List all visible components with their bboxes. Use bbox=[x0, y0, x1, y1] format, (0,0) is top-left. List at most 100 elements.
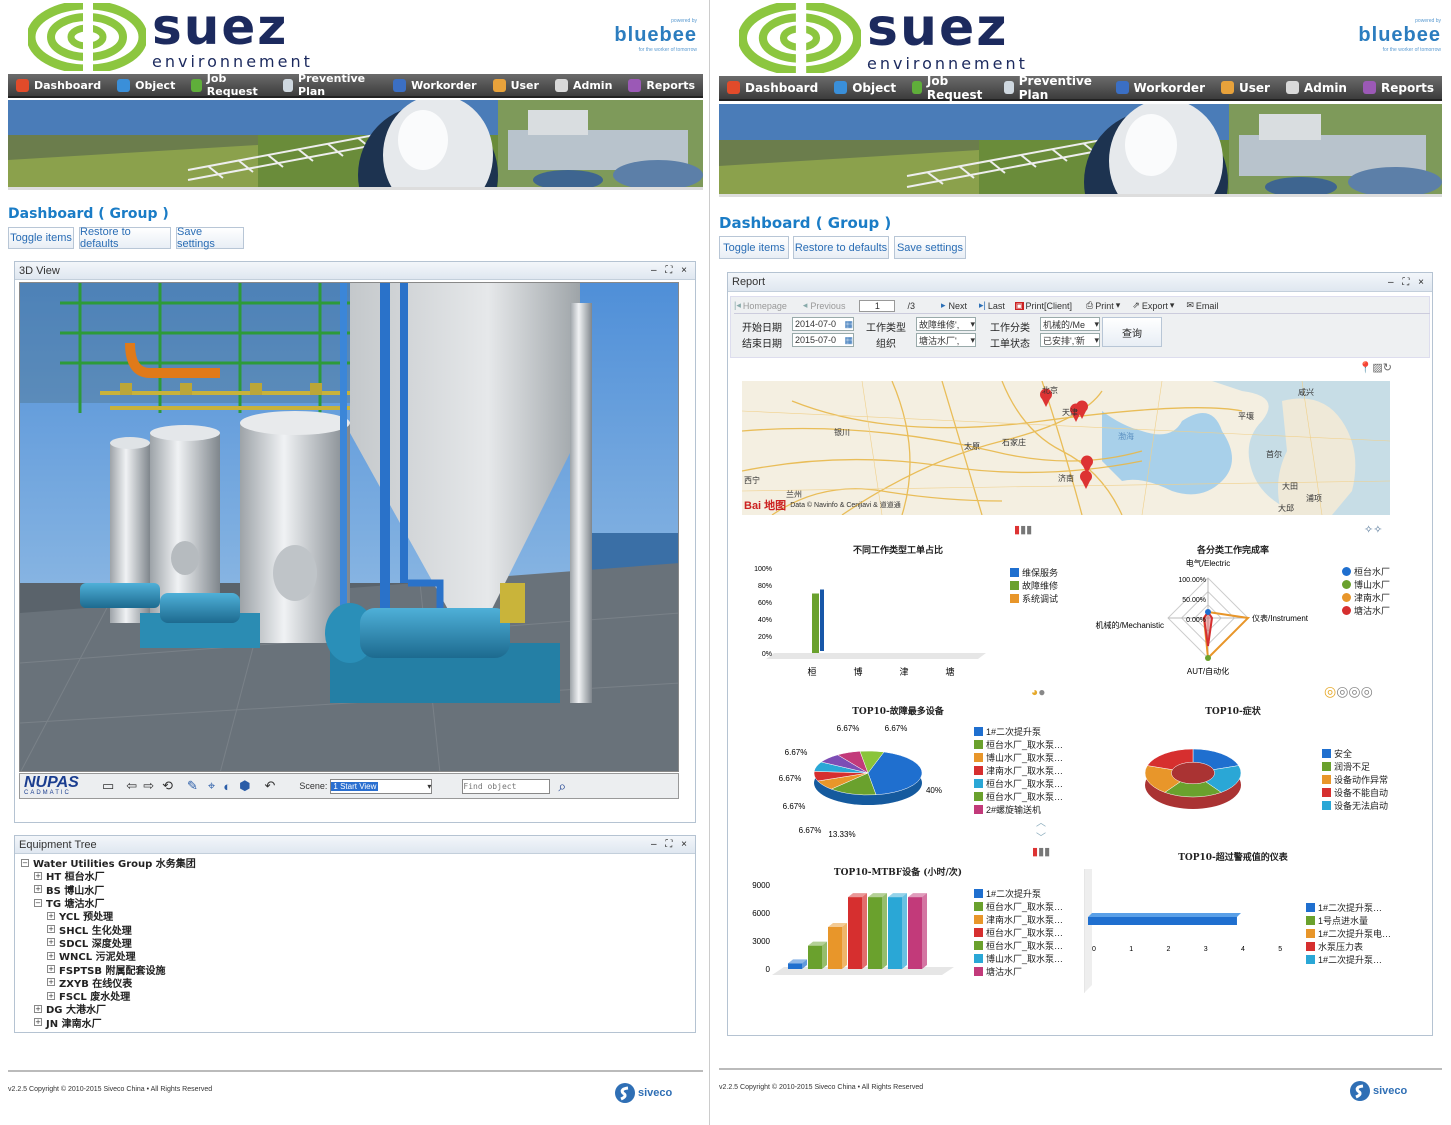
toggle-items-button[interactable]: Toggle items bbox=[719, 236, 789, 259]
collapse-icon[interactable]: − bbox=[34, 898, 42, 907]
legend-item[interactable]: 设备不能自动 bbox=[1322, 786, 1388, 799]
nav-item-dashboard[interactable]: Dashboard bbox=[719, 76, 826, 99]
bar[interactable] bbox=[888, 897, 902, 969]
pin-icon[interactable]: 📍 bbox=[1359, 362, 1373, 374]
legend-item[interactable]: 桓台水厂_取水泵… bbox=[974, 777, 1063, 790]
legend-item[interactable]: 桓台水厂 bbox=[1342, 565, 1390, 578]
rotate-icon[interactable]: ⟲ bbox=[162, 778, 173, 794]
expand-icon[interactable]: + bbox=[47, 951, 55, 960]
expand-icon[interactable]: + bbox=[34, 885, 42, 894]
measure-icon[interactable]: ✎ bbox=[187, 778, 198, 794]
expand-icon[interactable]: + bbox=[34, 1004, 42, 1013]
baidu-map[interactable]: 北京 天津 银川 太原 石家庄 济南 西宁 兰州 渤海 平壤 首尔 大田 浦项 大邱 咸兴 Bai 地图 D… bbox=[742, 381, 1390, 515]
chevron-down-icon[interactable]: ▾ bbox=[1116, 300, 1121, 311]
tree-node[interactable]: + BS 博山水厂 bbox=[21, 883, 196, 897]
search-icon[interactable]: ⌕ bbox=[558, 778, 566, 795]
tree-node[interactable]: + FSCL 废水处理 bbox=[21, 989, 196, 1003]
email-button[interactable]: Email bbox=[1196, 301, 1219, 311]
bar[interactable] bbox=[788, 963, 802, 969]
nav-item-reports[interactable]: Reports bbox=[620, 74, 703, 96]
legend-item[interactable]: 桓台水厂_取水泵… bbox=[974, 738, 1063, 751]
view3d-canvas[interactable] bbox=[19, 282, 679, 772]
nav-item-job-request[interactable]: Job Request bbox=[904, 74, 996, 102]
nav-item-user[interactable]: User bbox=[485, 74, 547, 96]
layer-icon[interactable]: ⬢ bbox=[239, 778, 250, 794]
expand-icon[interactable]: + bbox=[47, 911, 55, 920]
legend-item[interactable]: 安全 bbox=[1322, 747, 1388, 760]
next-icon[interactable]: ▸ bbox=[941, 300, 946, 311]
calendar-icon[interactable]: ▦ bbox=[844, 335, 853, 346]
export-icon[interactable]: ⇗ bbox=[1132, 300, 1140, 311]
nav-item-user[interactable]: User bbox=[1213, 76, 1278, 99]
legend-item[interactable]: 桓台水厂_取水泵… bbox=[974, 900, 1063, 913]
legend-item[interactable]: 桓台水厂_取水泵… bbox=[974, 939, 1063, 952]
legend-item[interactable]: 1#二次提升泵… bbox=[1306, 953, 1391, 966]
restore-defaults-button[interactable]: Restore to defaults bbox=[79, 226, 171, 250]
tree-node[interactable]: + WNCL 污泥处理 bbox=[21, 949, 196, 963]
nav-item-object[interactable]: Object bbox=[109, 74, 183, 96]
bar[interactable] bbox=[848, 897, 862, 969]
last-button[interactable]: Last bbox=[988, 301, 1005, 311]
tree-node[interactable]: + FSPTSB 附属配套设施 bbox=[21, 962, 196, 977]
last-icon[interactable]: ▸| bbox=[979, 300, 986, 311]
save-settings-button[interactable]: Save settings bbox=[894, 236, 966, 259]
xyz-icon[interactable]: ⌖ bbox=[208, 778, 215, 794]
legend-item[interactable]: 1#二次提升泵电… bbox=[1306, 927, 1391, 940]
page-input[interactable]: 1 bbox=[859, 299, 896, 312]
nav-item-preventive-plan[interactable]: Preventive Plan bbox=[996, 74, 1108, 102]
pie-chart-icon[interactable]: ● bbox=[1038, 685, 1045, 699]
donut-chart-icon[interactable]: ◎ bbox=[1324, 683, 1336, 699]
nav-item-workorder[interactable]: Workorder bbox=[1108, 76, 1213, 99]
legend-item[interactable]: 博山水厂_取水泵… bbox=[974, 952, 1063, 965]
refresh-icon[interactable]: ↻ bbox=[1383, 362, 1392, 374]
category-select[interactable]: 机械的/Me ▾ bbox=[1040, 317, 1100, 331]
prev-icon[interactable]: ◂ bbox=[803, 300, 808, 311]
query-button[interactable]: 查询 bbox=[1102, 317, 1162, 347]
homepage-button[interactable]: Homepage bbox=[743, 301, 787, 311]
legend-item[interactable]: 1#二次提升泵 bbox=[974, 725, 1063, 738]
legend-item[interactable]: 1#二次提升泵 bbox=[974, 887, 1063, 900]
tree-node[interactable]: + DG 大港水厂 bbox=[21, 1002, 196, 1016]
legend-item[interactable]: 桓台水厂_取水泵… bbox=[974, 926, 1063, 939]
expand-icon[interactable]: + bbox=[47, 925, 55, 934]
printer-icon[interactable]: ⎙ bbox=[1086, 300, 1093, 311]
legend-item[interactable]: 维保服务 bbox=[1010, 566, 1058, 579]
arrow-right-icon[interactable]: ⇨ bbox=[143, 778, 154, 794]
arrow-left-icon[interactable]: ⇦ bbox=[126, 778, 137, 794]
print-client-button[interactable]: Print[Client] bbox=[1026, 301, 1073, 311]
legend-item[interactable]: 1号点进水量 bbox=[1306, 914, 1391, 927]
start-date-input[interactable]: 2014-07-0 ▦ bbox=[792, 317, 854, 331]
pager-arrows[interactable]: ︿ ﹀ bbox=[1036, 814, 1046, 844]
tree-node[interactable]: + JN 津南水厂 bbox=[21, 1016, 196, 1030]
first-page-icon[interactable]: |◂ bbox=[734, 300, 741, 311]
legend-item[interactable]: 故障维修 bbox=[1010, 579, 1058, 592]
legend-item[interactable]: 塘沽水厂 bbox=[1342, 604, 1390, 617]
bar[interactable] bbox=[868, 897, 882, 969]
legend-item[interactable]: 润滑不足 bbox=[1322, 760, 1388, 773]
pdf-icon[interactable]: ▣ bbox=[1014, 301, 1024, 310]
bar[interactable] bbox=[828, 927, 842, 969]
bar[interactable] bbox=[908, 897, 922, 969]
find-object-input[interactable] bbox=[462, 778, 551, 794]
save-settings-button[interactable]: Save settings bbox=[176, 226, 244, 250]
widget-controls[interactable]: – ⛶ × bbox=[651, 265, 690, 276]
expand-icon[interactable]: + bbox=[34, 1018, 42, 1027]
tree-node[interactable]: + SDCL 深度处理 bbox=[21, 936, 196, 950]
legend-item[interactable]: 博山水厂 bbox=[1342, 578, 1390, 591]
tree-node[interactable]: + ZXYB 在线仪表 bbox=[21, 976, 196, 990]
toggle-items-button[interactable]: Toggle items bbox=[8, 227, 74, 249]
collapse-icon[interactable]: − bbox=[21, 858, 29, 867]
bar[interactable] bbox=[812, 593, 819, 654]
legend-item[interactable]: 2#螺旋输送机 bbox=[974, 803, 1063, 816]
legend-item[interactable]: 博山水厂_取水泵… bbox=[974, 751, 1063, 764]
legend-item[interactable]: 津南水厂 bbox=[1342, 591, 1390, 604]
radar-chart-icon[interactable]: ✧✧ bbox=[1364, 524, 1382, 536]
tree-node[interactable]: + YCL 预处理 bbox=[21, 909, 196, 923]
export-button[interactable]: Export bbox=[1142, 301, 1168, 311]
bar[interactable] bbox=[1088, 917, 1237, 925]
bar[interactable] bbox=[808, 945, 822, 969]
tree-root[interactable]: − Water Utilities Group 水务集团 bbox=[21, 856, 196, 870]
legend-item[interactable]: 设备无法启动 bbox=[1322, 799, 1388, 812]
nav-item-workorder[interactable]: Workorder bbox=[385, 74, 484, 96]
work-type-select[interactable]: 故障维修', ▾ bbox=[916, 317, 976, 331]
